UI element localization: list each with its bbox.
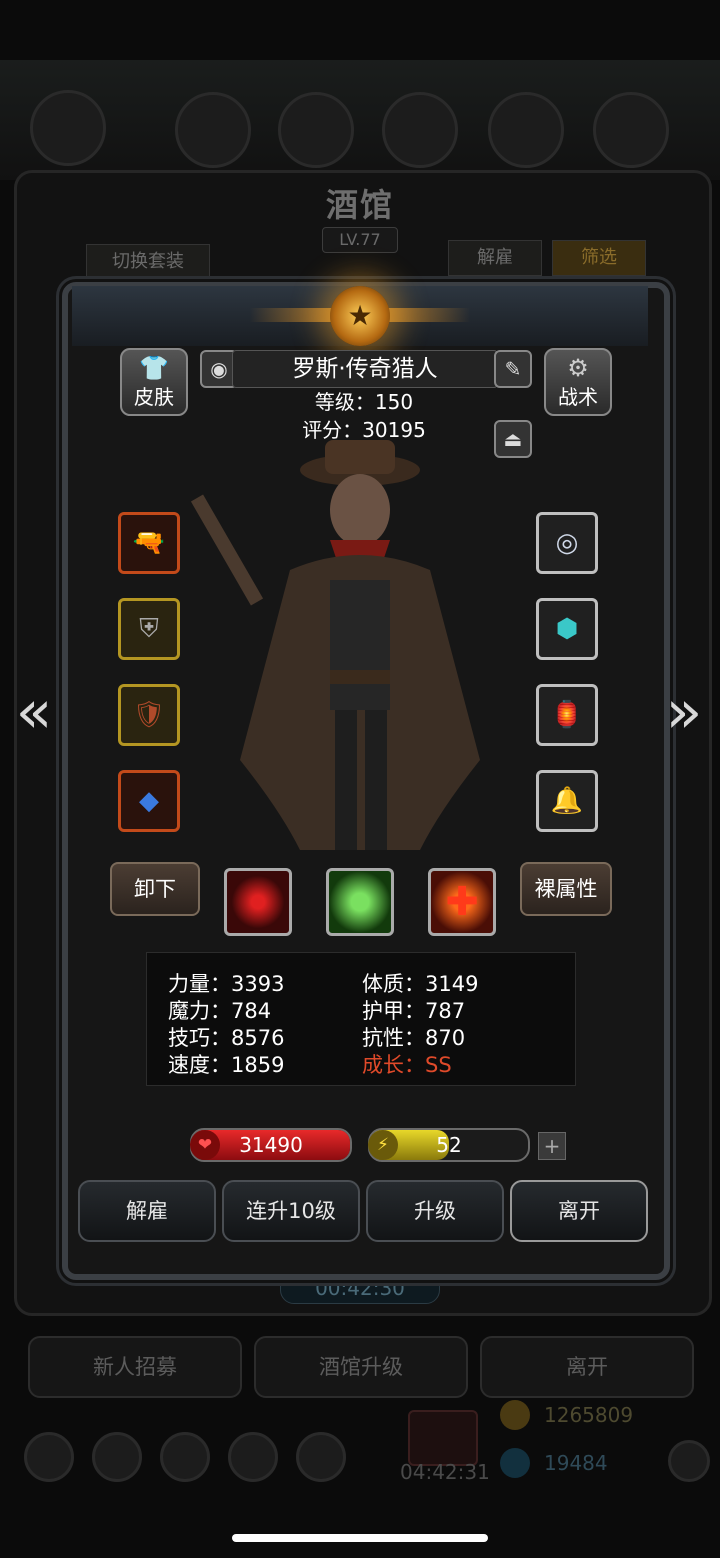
stat-magic: 魔力：784	[168, 999, 272, 1023]
shirt-icon: 👕	[139, 354, 169, 382]
tavern-level-badge: LV.77	[322, 227, 398, 253]
bg-avatar-icon	[30, 90, 106, 166]
stat-constitution: 体质：3149	[362, 972, 479, 996]
equip-slot-amulet[interactable]: ⬢	[536, 598, 598, 660]
gem-icon	[500, 1448, 530, 1478]
bg-menu-icon	[278, 92, 354, 168]
stat-speed: 速度：1859	[168, 1053, 285, 1077]
bg-add-icon	[668, 1440, 710, 1482]
shield-icon: 🛡	[132, 700, 166, 730]
bell-icon: 🔔	[550, 786, 584, 816]
equip-slot-armor[interactable]: ⛨	[118, 598, 180, 660]
crystal-amulet-icon: ⬢	[555, 614, 579, 644]
equip-slot-weapon[interactable]: 🔫	[118, 512, 180, 574]
crosshair-skill-icon[interactable]	[224, 868, 292, 936]
stat-skill: 技巧：8576	[168, 1026, 285, 1050]
equip-slot-lantern[interactable]: 🏮	[536, 684, 598, 746]
bg-nav-icon	[92, 1432, 142, 1482]
gear-icon: ⚙	[567, 354, 589, 382]
tavern-upgrade-button[interactable]: 酒馆升级	[254, 1336, 468, 1398]
green-skull-skill-icon[interactable]	[326, 868, 394, 936]
bg-nav-icon	[24, 1432, 74, 1482]
bg-menu-icon	[382, 92, 458, 168]
armor-icon: ⛨	[139, 614, 159, 644]
gold-amount: 1265809	[544, 1403, 634, 1427]
hero-level: 等级：150	[314, 390, 414, 414]
gem-amount: 19484	[544, 1451, 608, 1475]
gold-coin-icon	[500, 1400, 530, 1430]
equip-slot-ring[interactable]: ◎	[536, 512, 598, 574]
stat-armor: 护甲：787	[362, 999, 466, 1023]
level-up-button[interactable]: 升级	[366, 1180, 504, 1242]
heart-icon: ❤	[190, 1130, 220, 1160]
gift-icon[interactable]	[408, 1410, 478, 1466]
lantern-icon: 🏮	[550, 700, 584, 730]
bg-dismiss-button[interactable]: 解雇	[448, 240, 542, 276]
bg-menu-icon	[488, 92, 564, 168]
stat-growth: 成长：SS	[362, 1053, 452, 1077]
stat-strength: 力量：3393	[168, 972, 285, 996]
hero-emblem-icon: ★	[330, 286, 390, 346]
next-hero-arrow-icon[interactable]: »	[660, 682, 708, 742]
bare-attributes-button[interactable]: 裸属性	[520, 862, 612, 916]
equip-slot-bell[interactable]: 🔔	[536, 770, 598, 832]
bg-nav-icon	[296, 1432, 346, 1482]
skin-label: 皮肤	[134, 385, 174, 409]
recruit-button[interactable]: 新人招募	[28, 1336, 242, 1398]
lightning-icon: ⚡	[368, 1130, 398, 1160]
silver-ring-icon: ◎	[555, 528, 579, 558]
flintlock-pistol-icon: 🔫	[132, 528, 166, 558]
unequip-button[interactable]: 卸下	[110, 862, 200, 916]
edit-name-icon[interactable]: ✎	[494, 350, 532, 388]
equip-slot-shield[interactable]: 🛡	[118, 684, 180, 746]
red-cross-skill-icon[interactable]: ✚	[428, 868, 496, 936]
home-indicator[interactable]	[232, 1534, 488, 1542]
level-up-10-button[interactable]: 连升10级	[222, 1180, 360, 1242]
filter-button[interactable]: 筛选	[552, 240, 646, 276]
leave-button[interactable]: 离开	[510, 1180, 648, 1242]
skin-button[interactable]: 👕 皮肤	[120, 348, 188, 416]
bg-menu-icon	[593, 92, 669, 168]
stat-resistance: 抗性：870	[362, 1026, 466, 1050]
gift-timer: 04:42:31	[400, 1460, 490, 1484]
add-energy-button[interactable]: +	[538, 1132, 566, 1160]
tavern-title: 酒馆	[325, 186, 394, 224]
tavern-leave-button[interactable]: 离开	[480, 1336, 694, 1398]
equip-slot-gem[interactable]: ◆	[118, 770, 180, 832]
bg-nav-icon	[228, 1432, 278, 1482]
bg-menu-icon	[175, 92, 251, 168]
hero-portrait	[190, 440, 480, 850]
dismiss-button[interactable]: 解雇	[78, 1180, 216, 1242]
switch-outfit-button[interactable]: 切换套装	[86, 244, 210, 280]
tactics-button[interactable]: ⚙ 战术	[544, 348, 612, 416]
prev-hero-arrow-icon[interactable]: «	[10, 682, 58, 742]
hero-name: 罗斯·传奇猎人	[232, 350, 498, 388]
blue-gem-icon: ◆	[139, 786, 159, 816]
tactics-label: 战术	[558, 385, 598, 409]
bg-nav-icon	[160, 1432, 210, 1482]
